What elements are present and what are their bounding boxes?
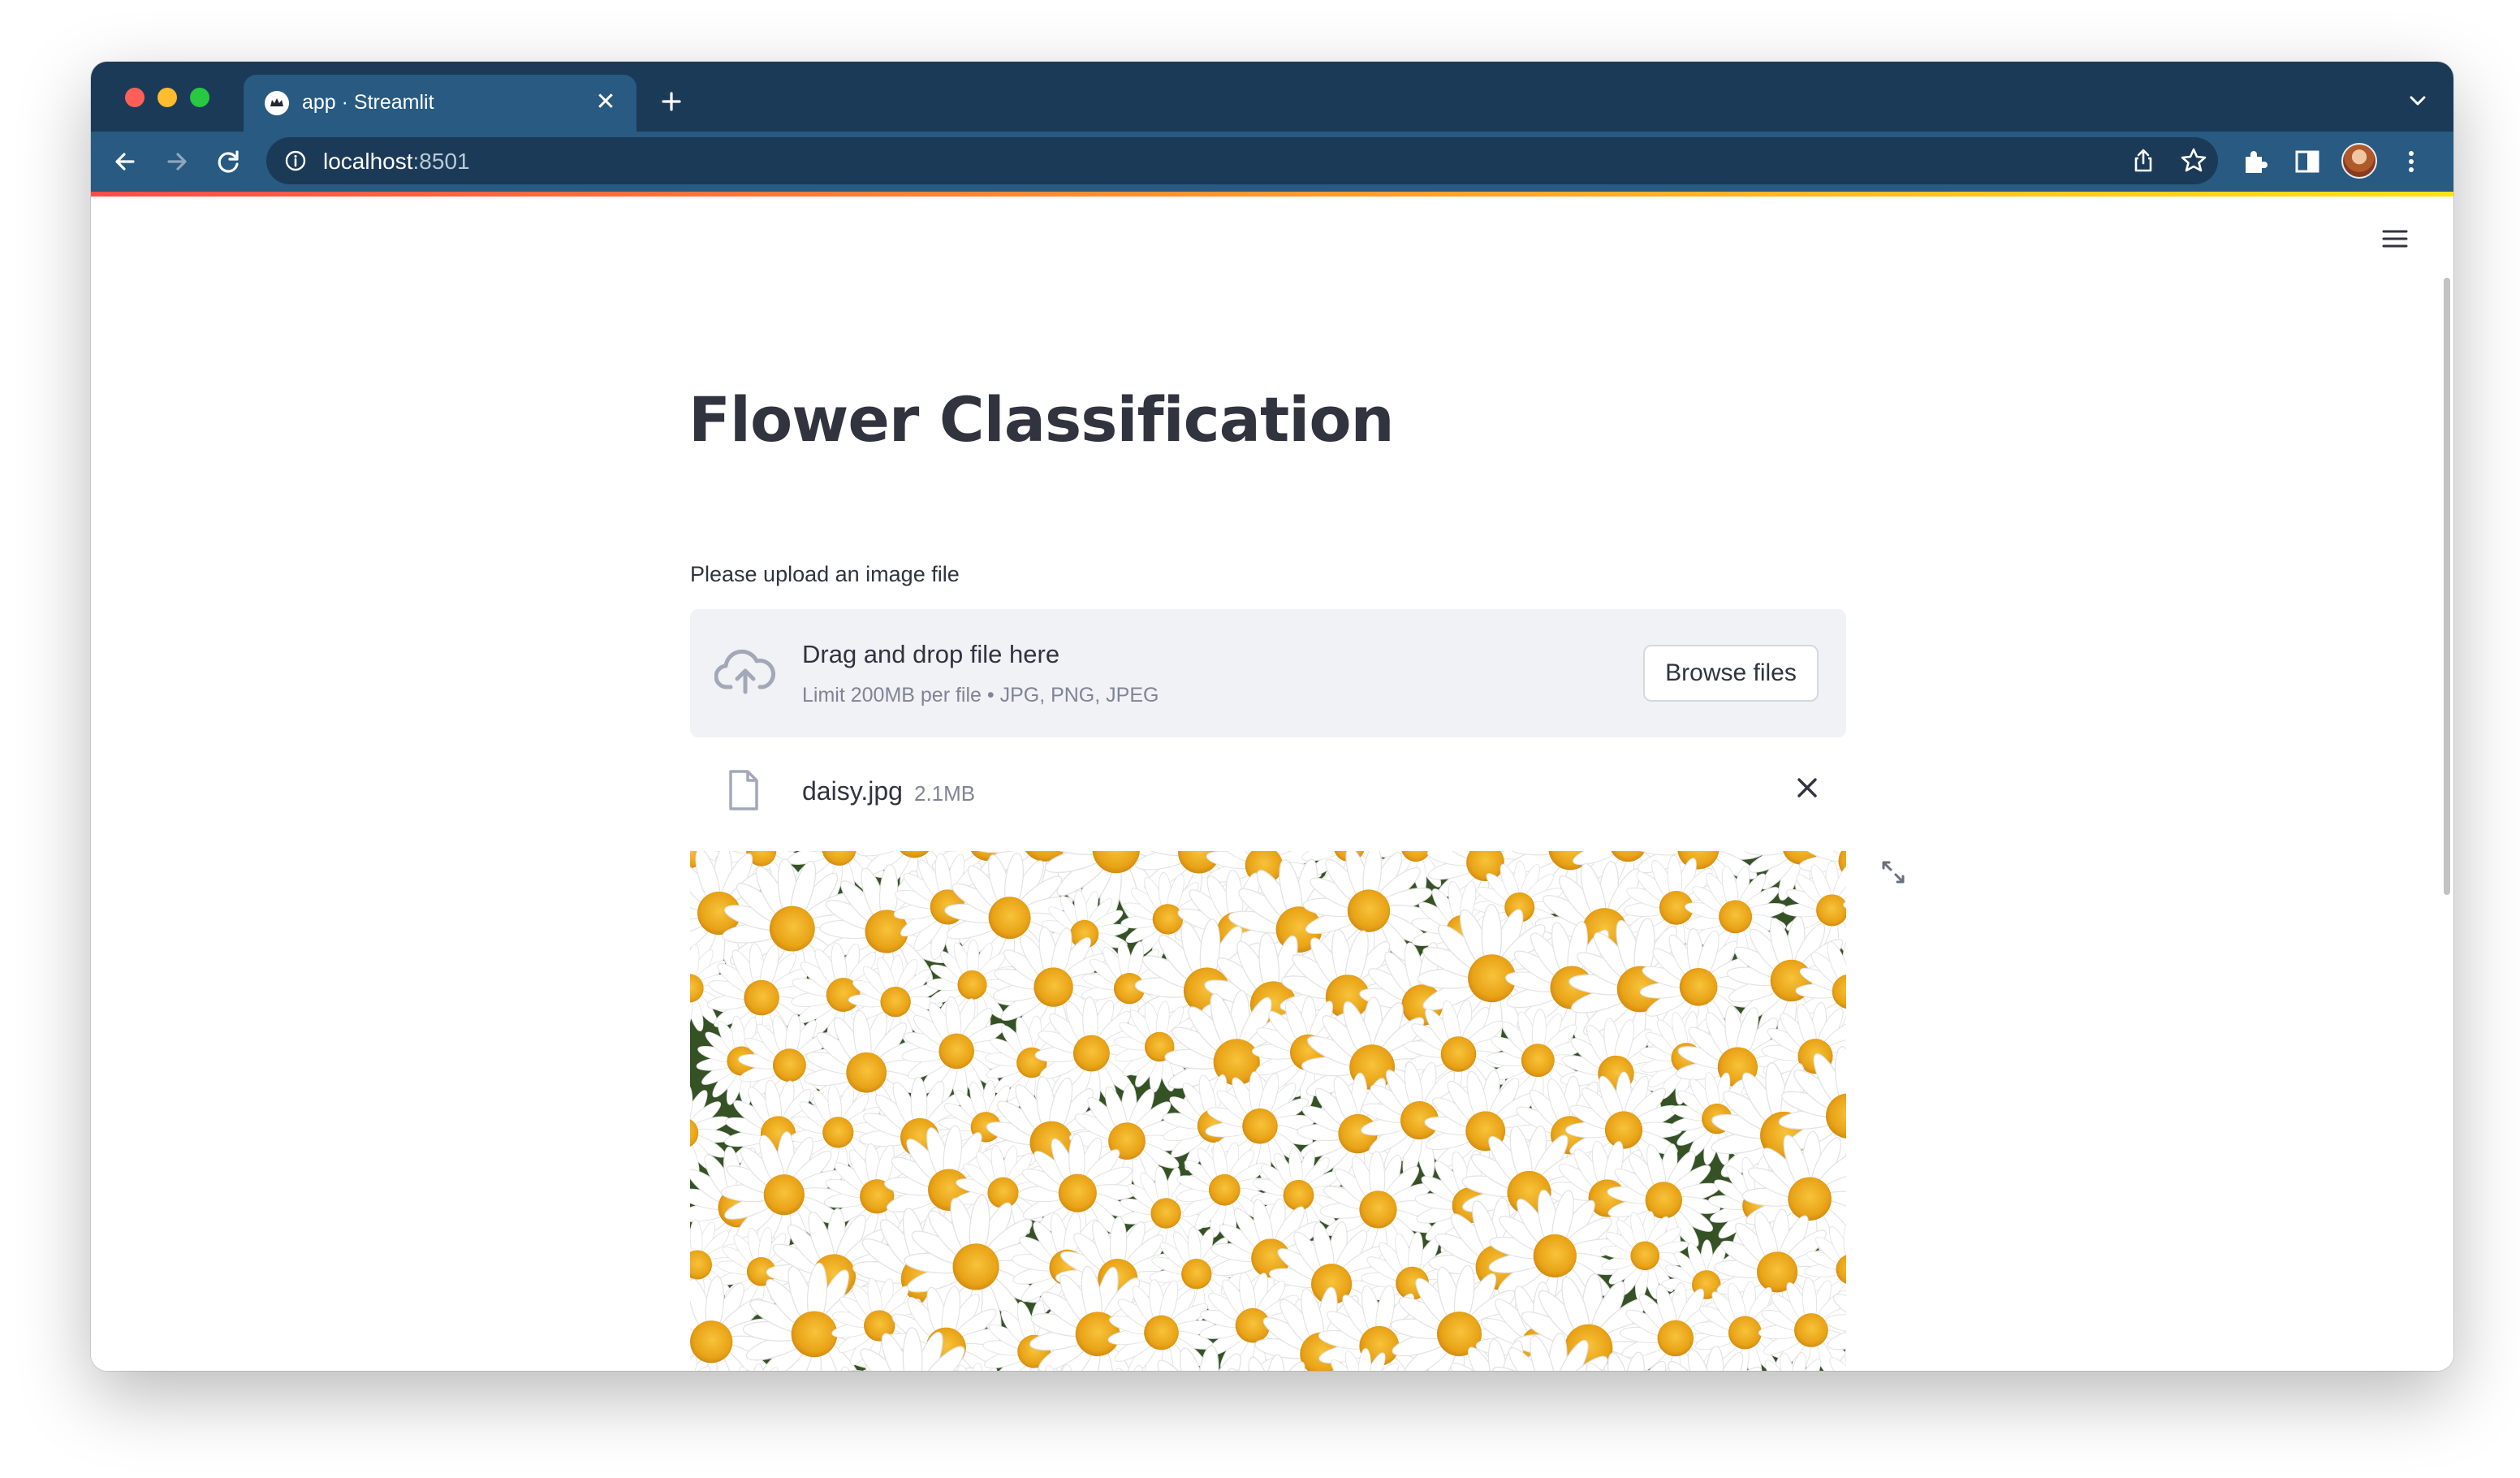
remove-file-close-icon[interactable] <box>1789 770 1825 806</box>
tab-search-chevron-icon[interactable] <box>2401 84 2434 117</box>
reload-icon[interactable] <box>209 142 248 181</box>
scrollbar-thumb[interactable] <box>2444 278 2450 895</box>
more-menu-icon[interactable] <box>2393 144 2429 179</box>
forward-icon[interactable] <box>158 142 196 181</box>
file-uploader-label: Please upload an image file <box>690 562 960 586</box>
browse-files-button[interactable]: Browse files <box>1643 645 1819 702</box>
tab-title: app · Streamlit <box>302 91 434 114</box>
page-content: Flower Classification Please upload an i… <box>91 197 2453 1371</box>
address-bar[interactable]: localhost:8501 <box>266 137 2218 184</box>
profile-avatar[interactable] <box>2341 143 2377 179</box>
file-icon <box>726 768 762 812</box>
window-close-button[interactable] <box>125 88 145 107</box>
extensions-icon[interactable] <box>2237 144 2273 179</box>
daisy-photo <box>690 851 1846 1371</box>
browser-tab-active[interactable]: app · Streamlit ✕ <box>244 75 636 132</box>
dropzone-limit-text: Limit 200MB per file • JPG, PNG, JPEG <box>802 684 1159 707</box>
uploaded-image-daisies <box>690 851 1846 1371</box>
uploaded-file-size: 2.1MB <box>914 781 976 806</box>
new-tab-button[interactable] <box>653 83 690 120</box>
browser-window: app · Streamlit ✕ localhost:8501 Flower … <box>91 62 2453 1371</box>
hamburger-menu-icon[interactable] <box>2377 221 2413 257</box>
fullscreen-icon[interactable] <box>1877 856 1909 888</box>
tab-strip: app · Streamlit ✕ <box>91 62 2453 132</box>
file-dropzone[interactable]: Drag and drop file here Limit 200MB per … <box>690 609 1846 737</box>
uploaded-file-row: daisy.jpg 2.1MB <box>690 749 1846 830</box>
url-host: localhost <box>323 149 413 174</box>
window-minimize-button[interactable] <box>158 88 177 107</box>
page-title: Flower Classification <box>688 383 1395 456</box>
share-icon[interactable] <box>2129 146 2158 175</box>
site-info-icon[interactable] <box>284 149 307 172</box>
page-scrollbar[interactable] <box>2440 197 2453 1371</box>
streamlit-favicon-icon <box>265 91 289 115</box>
tab-close-icon[interactable]: ✕ <box>589 86 622 119</box>
url-text: localhost:8501 <box>323 149 470 175</box>
window-zoom-button[interactable] <box>190 88 209 107</box>
uploaded-file-name: daisy.jpg <box>802 776 903 806</box>
bookmark-star-icon[interactable] <box>2179 146 2208 175</box>
dropzone-instructions: Drag and drop file here <box>802 640 1060 668</box>
url-port: :8501 <box>412 149 470 174</box>
side-panel-icon[interactable] <box>2289 144 2325 179</box>
cloud-upload-icon <box>714 645 776 698</box>
browser-toolbar: localhost:8501 <box>91 132 2453 192</box>
back-icon[interactable] <box>106 142 145 181</box>
